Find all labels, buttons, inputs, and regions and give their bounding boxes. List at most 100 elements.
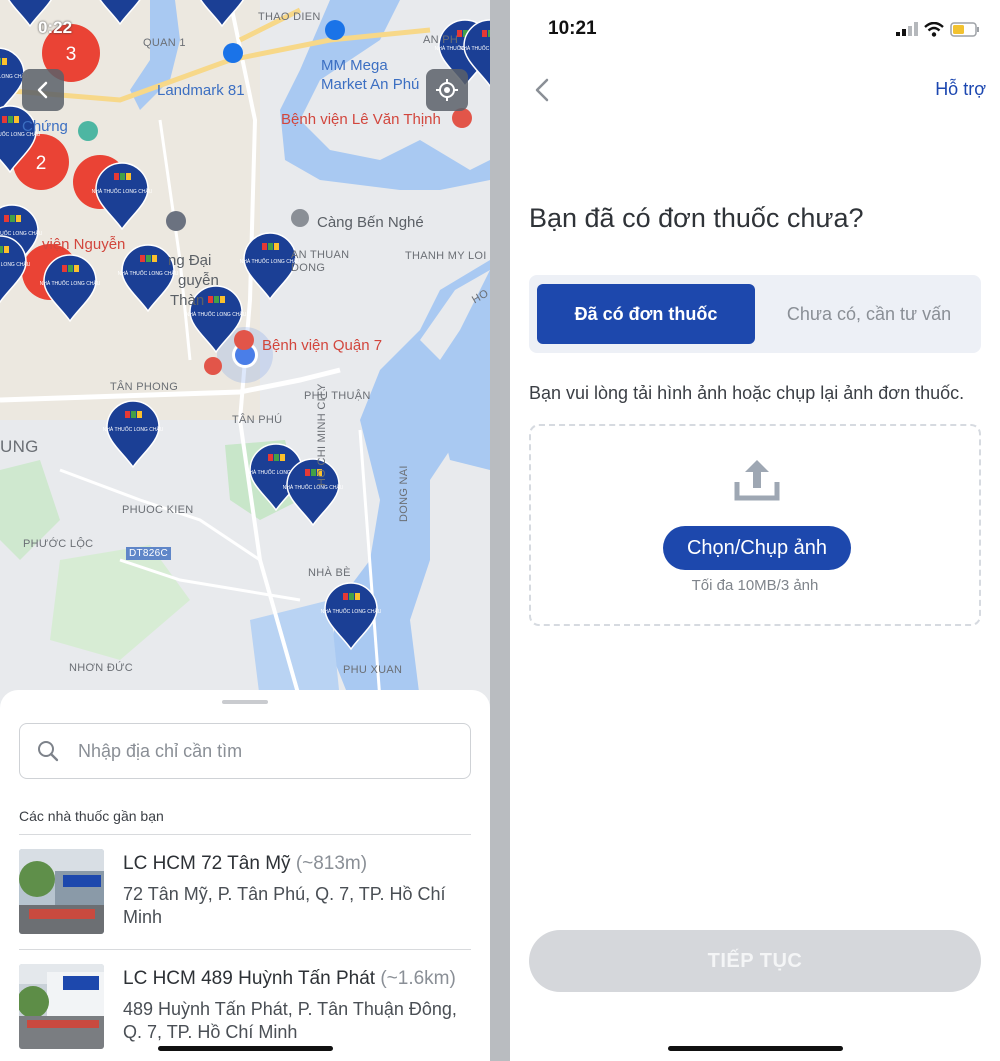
- back-button[interactable]: [526, 74, 558, 106]
- hospital-marker: [204, 357, 222, 375]
- tab-has-prescription[interactable]: Đã có đơn thuốc: [537, 284, 755, 344]
- poi-label: Bệnh viện Quận 7: [262, 337, 383, 354]
- poi-label: Bệnh viện Lê Văn Thịnh: [281, 111, 441, 128]
- pin-logo: [305, 469, 310, 476]
- pin-logo: [120, 173, 125, 180]
- pin-logo: [262, 243, 267, 250]
- map-label: TÂN PHÚ: [232, 414, 283, 426]
- poi-label: viện Nguyễn: [42, 236, 126, 253]
- pin-logo: [214, 296, 219, 303]
- pin-logo: [268, 454, 273, 461]
- pin-label: NHÀ THUỐC LONG CHÂU: [103, 426, 164, 433]
- cluster-count: 3: [66, 44, 77, 65]
- pin-logo: [274, 243, 279, 250]
- pin-logo: [68, 265, 73, 272]
- pin-logo: [137, 411, 142, 418]
- place-marker: [291, 209, 309, 227]
- poi-label: Thàn: [170, 292, 205, 309]
- pin-logo: [114, 173, 119, 180]
- pin-logo: [14, 116, 19, 123]
- pin-logo: [280, 454, 285, 461]
- pin-logo: [152, 255, 157, 262]
- map-label: NHÀ BÈ: [308, 567, 351, 579]
- address-search-input[interactable]: Nhập địa chỉ cần tìm: [19, 723, 471, 779]
- road-shield: DT826C: [126, 547, 172, 560]
- support-link[interactable]: Hỗ trợ: [935, 79, 986, 100]
- pin-logo: [4, 215, 9, 222]
- screen-divider: [490, 0, 510, 1061]
- map-label: HO CHI MINH CITY: [316, 383, 328, 486]
- status-icons: [896, 18, 980, 40]
- divider: [19, 949, 471, 950]
- upload-icon: [734, 460, 780, 501]
- map-label: DONG NAI: [398, 465, 410, 522]
- pin-logo: [343, 593, 348, 600]
- map-back-button[interactable]: [22, 69, 64, 111]
- prescription-screen: 10:21 Hỗ trợ Bạn đã có đơn thuốc chưa? Đ…: [510, 0, 1000, 1061]
- pin-label: NHÀ THUỐC LONG CHÂU: [0, 230, 43, 237]
- pin-logo: [126, 173, 131, 180]
- choose-photo-button[interactable]: Chọn/Chụp ảnh: [663, 526, 851, 570]
- map-label: THAO DIEN: [258, 11, 321, 23]
- battery-icon: [950, 21, 979, 37]
- map-label: PHÚ THUẬN: [304, 390, 371, 402]
- pin-logo: [16, 215, 21, 222]
- divider: [19, 834, 471, 835]
- pin-logo: [74, 265, 79, 272]
- pin-logo: [131, 411, 136, 418]
- pin-logo: [146, 255, 151, 262]
- map-view[interactable]: 3 2 NHÀ THUỐC LONG CHÂU NHÀ THUỐC LONG CH…: [0, 0, 490, 700]
- map-label: NHƠN ĐỨC: [69, 662, 134, 674]
- pin-label: NHÀ THUỐC LONG CHÂU: [283, 484, 344, 491]
- cluster-count: 2: [36, 153, 47, 174]
- pin-label: NHÀ THUỐC LONG CHÂU: [40, 280, 101, 287]
- my-location-button[interactable]: [426, 69, 468, 111]
- prescription-toggle: Đã có đơn thuốc Chưa có, cần tư vấn: [529, 275, 981, 353]
- pin-logo: [208, 296, 213, 303]
- sheet-drag-handle[interactable]: [222, 700, 268, 704]
- home-indicator: [668, 1046, 843, 1051]
- pharmacy-list-item[interactable]: LC HCM 72 Tân Mỹ (~813m) 72 Tân Mỹ, P. T…: [19, 849, 471, 949]
- poi-label: Chứng: [22, 118, 68, 135]
- map-label: AN PH: [423, 34, 459, 46]
- store-name: LC HCM 72 Tân Mỹ (~813m): [123, 853, 367, 875]
- wifi-icon: [924, 21, 944, 37]
- pin-label: NHÀ THUỐC LONG CHÂU: [0, 261, 31, 268]
- map-label: TÂN PHONG: [110, 381, 179, 393]
- store-name-text: LC HCM 489 Huỳnh Tấn Phát: [123, 968, 376, 989]
- map-screen: 3 2 NHÀ THUỐC LONG CHÂU NHÀ THUỐC LONG CH…: [0, 0, 490, 1061]
- store-photo: [19, 849, 104, 934]
- search-icon: [38, 741, 59, 762]
- pin-logo: [0, 246, 3, 253]
- pin-logo: [2, 58, 7, 65]
- poi-label: MM Mega Market An Phú: [321, 57, 420, 93]
- locate-icon: [436, 79, 458, 101]
- map-label: QUAN 1: [143, 37, 186, 49]
- store-address: 72 Tân Mỹ, P. Tân Phú, Q. 7, TP. Hồ Chí …: [123, 884, 446, 927]
- continue-button[interactable]: TIẾP TỤC: [529, 930, 981, 992]
- poi-label: guyễn: [178, 272, 219, 289]
- upload-dropzone[interactable]: Chọn/Chụp ảnh Tối đa 10MB/3 ảnh: [529, 424, 981, 626]
- store-name: LC HCM 489 Huỳnh Tấn Phát (~1.6km): [123, 968, 456, 990]
- map-label: PHUOC KIEN: [122, 504, 194, 516]
- map-label: PHƯỚC LỘC: [23, 538, 94, 550]
- chevron-left-icon: [37, 81, 48, 99]
- pin-logo: [140, 255, 145, 262]
- store-address: 489 Huỳnh Tấn Phát, P. Tân Thuận Đông, Q…: [123, 999, 457, 1042]
- hospital-marker: [452, 108, 472, 128]
- pin-logo: [125, 411, 130, 418]
- pin-logo: [2, 116, 7, 123]
- shopping-marker: [223, 43, 243, 63]
- pin-logo: [10, 215, 15, 222]
- chevron-left-icon: [535, 78, 549, 102]
- pin-label: NHÀ THUỐC LONG CHÂU: [118, 270, 179, 277]
- shopping-marker: [325, 20, 345, 40]
- upload-limit-note: Tối đa 10MB/3 ảnh: [691, 577, 819, 594]
- poi-label: ng Đại: [168, 252, 212, 269]
- pin-logo: [8, 116, 13, 123]
- tab-need-consult[interactable]: Chưa có, cần tư vấn: [765, 284, 973, 344]
- map-label: THANH MY LOI: [405, 250, 487, 262]
- signal-icon: [896, 22, 918, 36]
- home-indicator: [158, 1046, 333, 1051]
- map-label: UNG: [0, 437, 39, 456]
